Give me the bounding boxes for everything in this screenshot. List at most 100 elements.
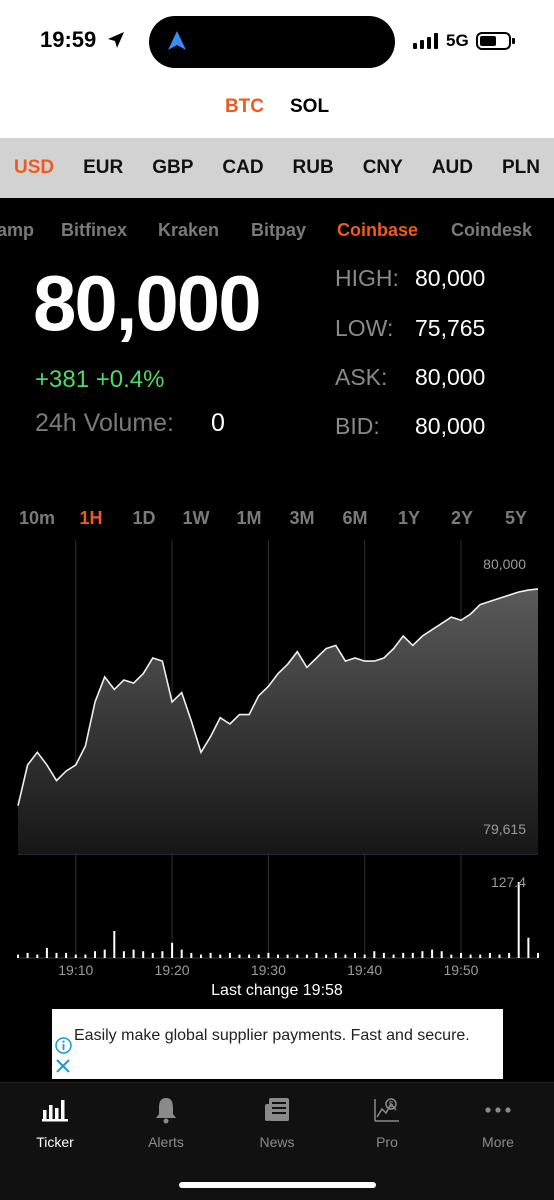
current-price: 80,000 [33,259,262,347]
range-1m[interactable]: 1M [236,508,261,529]
price-change: +381 +0.4% [35,366,165,393]
volume-value: 0 [211,409,225,437]
volume-bar [537,952,539,958]
last-change-text: Last change 19:58 [211,982,343,999]
volume-bar [527,937,530,958]
currency-usd[interactable]: USD [14,157,54,179]
tab-pro[interactable]: $ Pro [332,1083,442,1163]
tab-label-alerts: Alerts [148,1134,184,1150]
volume-bar [479,954,482,958]
volume-bar [238,954,241,958]
volume-bar [142,951,145,958]
x-tick-label: 19:30 [251,962,286,978]
tab-alerts[interactable]: Alerts [111,1083,221,1163]
currency-gbp[interactable]: GBP [152,157,193,179]
volume-bar [373,951,376,958]
volume-bar [315,952,318,958]
coin-tabs: BTC SOL [0,90,554,124]
tab-more[interactable]: More [443,1083,553,1163]
tab-news[interactable]: News [222,1083,332,1163]
volume-bar [421,951,424,958]
tab-label-more: More [482,1134,514,1150]
range-1y[interactable]: 1Y [398,508,420,529]
x-tick-label: 19:10 [58,962,93,978]
network-type: 5G [446,31,469,50]
info-icon[interactable] [55,1037,72,1054]
volume-bar [113,931,116,958]
range-1h[interactable]: 1H [79,508,102,529]
low-value: 75,765 [415,315,486,341]
range-6m[interactable]: 6M [342,508,367,529]
volume-bar [132,949,135,958]
volume-bar [431,949,434,958]
volume-bar [94,951,96,958]
coin-tab-sol[interactable]: SOL [290,90,329,124]
volume-bar [286,954,289,958]
currency-pln[interactable]: PLN [502,157,540,179]
exchange-tab-kraken[interactable]: Kraken [158,220,219,241]
volume-bar [334,952,337,958]
time-range-tabs: 10m 1H 1D 1W 1M 3M 6M 1Y 2Y 5Y [0,508,554,536]
exchange-tab-coindesk[interactable]: Coindesk [451,220,532,241]
home-indicator [179,1182,376,1188]
high-value: 80,000 [415,265,486,291]
high-label: HIGH: [335,265,399,291]
volume-bar [305,954,308,958]
svg-text:$: $ [389,1100,394,1109]
volume-bar [219,954,222,958]
coin-tab-btc[interactable]: BTC [225,90,264,124]
volume-bar [363,954,366,958]
tab-label-ticker: Ticker [36,1134,74,1150]
y-min-label: 79,615 [483,821,526,837]
exchange-tab-bitfinex[interactable]: Bitfinex [61,220,127,241]
volume-bar [257,954,260,958]
volume-label: 24h Volume: [35,409,174,437]
volume-bar [402,952,405,958]
volume-bar [65,952,68,958]
volume-bar [171,942,174,958]
currency-cny[interactable]: CNY [363,157,403,179]
tab-label-news: News [259,1134,295,1150]
range-2y[interactable]: 2Y [451,508,473,529]
volume-bar [36,954,39,958]
volume-bar [517,882,520,958]
volume-bar [277,954,279,958]
location-arrow-icon [108,32,124,48]
bar-chart-icon [42,1100,68,1122]
price-chart[interactable]: 80,000 79,615 127.4 19:10 19:20 19:30 19:40… [0,540,554,980]
range-3m[interactable]: 3M [289,508,314,529]
ad-banner[interactable]: Easily make global supplier payments. Fa… [52,1009,503,1079]
volume-max-label: 127.4 [491,874,526,890]
x-tick-label: 19:50 [443,962,478,978]
currency-aud[interactable]: AUD [432,157,473,179]
exchange-tab-coinbase[interactable]: Coinbase [337,220,418,241]
currency-eur[interactable]: EUR [83,157,123,179]
volume-bar [122,951,125,958]
exchange-tab-bitpay[interactable]: Bitpay [251,220,306,241]
currency-rub[interactable]: RUB [293,157,334,179]
bid-value: 80,000 [415,413,486,439]
volume-bar [151,952,154,958]
range-10m[interactable]: 10m [19,508,55,529]
volume-bar [440,951,443,958]
ad-text: Easily make global supplier payments. Fa… [74,1027,470,1044]
y-max-label: 80,000 [483,556,526,572]
bid-label: BID: [335,413,380,439]
low-label: LOW: [335,315,394,341]
volume-bar [344,954,347,958]
status-time: 19:59 [40,27,97,52]
signal-bars-icon [413,33,438,49]
volume-bar [55,952,58,958]
currency-cad[interactable]: CAD [222,157,263,179]
volume-bar [488,952,491,958]
range-1w[interactable]: 1W [183,508,210,529]
tab-ticker[interactable]: Ticker [0,1083,110,1163]
price-area-fill [18,588,538,854]
exchange-tab-bitstamp[interactable]: amp [0,220,34,241]
volume-bar [508,952,511,958]
range-1d[interactable]: 1D [132,508,155,529]
range-5y[interactable]: 5Y [505,508,527,529]
volume-bar [84,954,87,958]
close-icon[interactable] [56,1059,70,1073]
volume-bar [248,954,251,958]
